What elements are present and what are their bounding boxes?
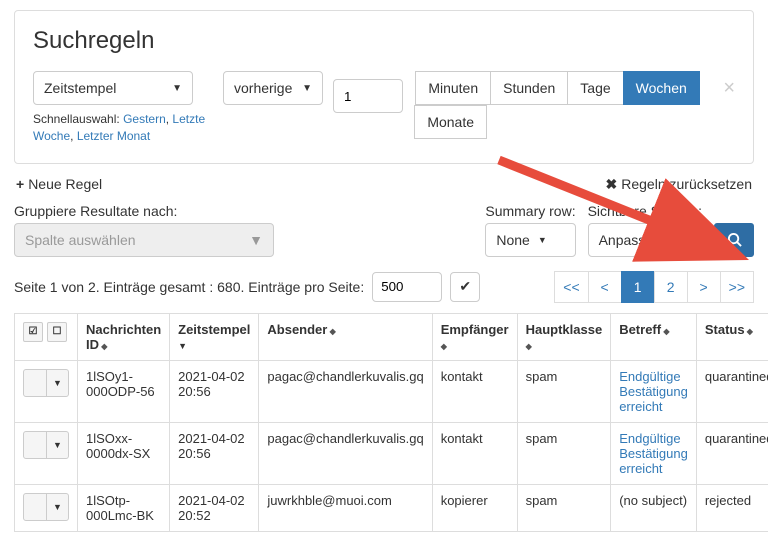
row-select[interactable]: ▼ xyxy=(23,431,69,459)
group-by-label: Gruppiere Resultate nach: xyxy=(14,203,274,219)
caret-down-icon[interactable]: ▼ xyxy=(47,494,68,520)
th-status[interactable]: Status xyxy=(705,322,753,337)
th-timestamp[interactable]: Zeitstempel xyxy=(178,322,250,337)
page-<<[interactable]: << xyxy=(554,271,588,303)
unit-minuten[interactable]: Minuten xyxy=(415,71,491,105)
pager: <<<12>>> xyxy=(555,271,754,303)
check-icon: ✔ xyxy=(459,278,471,295)
quick-select: Schnellauswahl: Gestern, Letzte Woche, L… xyxy=(33,111,213,145)
select-all-icon[interactable]: ☑ xyxy=(23,322,43,342)
search-rules-panel: Suchregeln Zeitstempel▼ Schnellauswahl: … xyxy=(14,10,754,164)
cell-sender: pagac@chandlerkuvalis.gq xyxy=(259,360,432,422)
search-icon xyxy=(727,232,742,247)
cell-recipient: kopierer xyxy=(432,484,517,531)
summary-label: Summary row: xyxy=(485,203,575,219)
cell-ts: 2021-04-02 20:52 xyxy=(170,484,259,531)
cell-class: spam xyxy=(517,422,611,484)
cell-status: quarantined xyxy=(696,422,768,484)
th-class[interactable]: Hauptklasse xyxy=(526,322,603,352)
panel-title: Suchregeln xyxy=(33,27,735,55)
cell-recipient: kontakt xyxy=(432,360,517,422)
reset-rules-button[interactable]: ✖ Regeln zurücksetzen xyxy=(606,176,752,193)
th-recipient[interactable]: Empfänger xyxy=(441,322,509,352)
caret-down-icon: ▼ xyxy=(538,235,547,245)
unit-wochen[interactable]: Wochen xyxy=(623,71,700,105)
caret-down-icon[interactable]: ▼ xyxy=(47,432,68,458)
per-page-input[interactable] xyxy=(372,272,442,302)
group-by-select[interactable]: Spalte auswählen▼ xyxy=(14,223,274,257)
cell-ts: 2021-04-02 20:56 xyxy=(170,422,259,484)
number-input[interactable] xyxy=(333,79,403,113)
cell-class: spam xyxy=(517,360,611,422)
page-1[interactable]: 1 xyxy=(621,271,655,303)
cell-id: 1lSOxx-0000dx-SX xyxy=(78,422,170,484)
row-select[interactable]: ▼ xyxy=(23,493,69,521)
caret-down-icon: ▼ xyxy=(678,235,687,245)
row-select[interactable]: ▼ xyxy=(23,369,69,397)
field-select[interactable]: Zeitstempel▼ xyxy=(33,71,193,105)
unit-tage[interactable]: Tage xyxy=(567,71,623,105)
page->>[interactable]: >> xyxy=(720,271,754,303)
visible-columns-select[interactable]: Anpassen▼ xyxy=(588,223,698,257)
deselect-all-icon[interactable]: ☐ xyxy=(47,322,67,342)
page-<[interactable]: < xyxy=(588,271,622,303)
page->[interactable]: > xyxy=(687,271,721,303)
cell-recipient: kontakt xyxy=(432,422,517,484)
quick-link-yesterday[interactable]: Gestern xyxy=(123,112,166,126)
visible-columns-label: Sichtbare Spalten: xyxy=(588,203,702,219)
cell-sender: pagac@chandlerkuvalis.gq xyxy=(259,422,432,484)
page-2[interactable]: 2 xyxy=(654,271,688,303)
chevron-down-icon: ▼ xyxy=(249,232,263,248)
th-subject[interactable]: Betreff xyxy=(619,322,669,337)
operator-select[interactable]: vorherige▼ xyxy=(223,71,323,105)
chevron-down-icon: ▼ xyxy=(302,83,312,94)
cell-class: spam xyxy=(517,484,611,531)
new-rule-button[interactable]: + Neue Regel xyxy=(16,176,102,193)
cell-status: rejected xyxy=(696,484,768,531)
unit-button-group: MinutenStundenTageWochen Monate xyxy=(415,71,705,139)
unit-stunden[interactable]: Stunden xyxy=(490,71,568,105)
th-message-id[interactable]: Nachrichten ID xyxy=(86,322,161,352)
search-button[interactable] xyxy=(714,223,754,257)
cell-subject[interactable]: Endgültige Bestätigung erreicht xyxy=(611,360,697,422)
cell-status: quarantined xyxy=(696,360,768,422)
quick-link-last-month[interactable]: Letzter Monat xyxy=(77,129,150,143)
sort-desc-icon: ▼ xyxy=(178,341,187,351)
apply-per-page-button[interactable]: ✔ xyxy=(450,272,480,302)
table-row: ▼ 1lSOxx-0000dx-SX2021-04-02 20:56pagac@c… xyxy=(15,422,768,484)
cell-subject[interactable]: Endgültige Bestätigung erreicht xyxy=(611,422,697,484)
pagination-info: Seite 1 von 2. Einträge gesamt : 680. Ei… xyxy=(14,279,364,295)
close-icon[interactable]: × xyxy=(723,71,735,100)
caret-down-icon[interactable]: ▼ xyxy=(47,370,68,396)
cell-ts: 2021-04-02 20:56 xyxy=(170,360,259,422)
results-table: ☑ ☐ Nachrichten ID Zeitstempel ▼ Absende… xyxy=(14,313,768,532)
th-sender[interactable]: Absender xyxy=(267,322,335,337)
table-row: ▼ 1lSOtp-000Lmc-BK2021-04-02 20:52juwrkhb… xyxy=(15,484,768,531)
cell-subject: (no subject) xyxy=(611,484,697,531)
cell-sender: juwrkhble@muoi.com xyxy=(259,484,432,531)
unit-monate[interactable]: Monate xyxy=(414,105,487,139)
summary-select[interactable]: None▼ xyxy=(485,223,575,257)
cell-id: 1lSOy1-000ODP-56 xyxy=(78,360,170,422)
chevron-down-icon: ▼ xyxy=(172,83,182,94)
table-row: ▼ 1lSOy1-000ODP-562021-04-02 20:56pagac@c… xyxy=(15,360,768,422)
cell-id: 1lSOtp-000Lmc-BK xyxy=(78,484,170,531)
